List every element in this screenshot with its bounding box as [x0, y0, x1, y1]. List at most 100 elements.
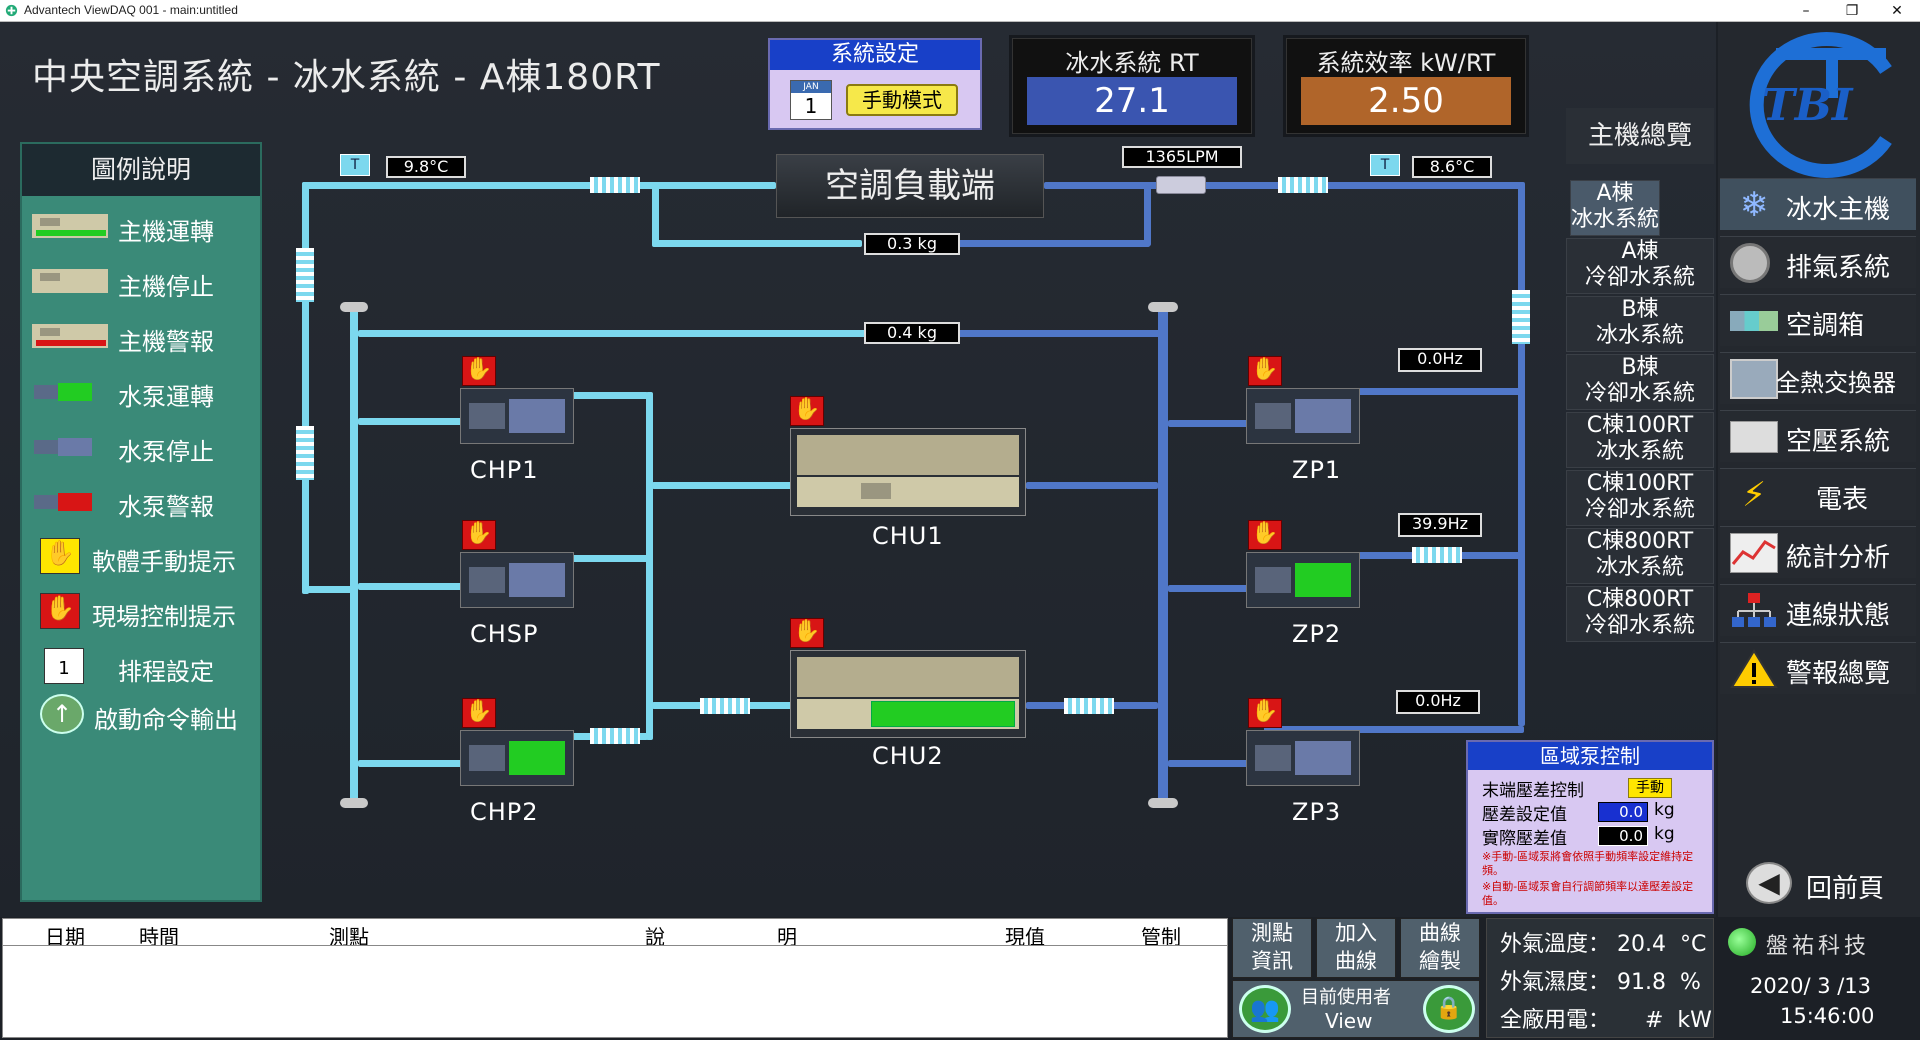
user-panel: 👥 目前使用者 View 🔒 [1232, 980, 1480, 1038]
chu2-local-control-hand-icon[interactable]: ✋ [790, 618, 824, 648]
users-icon[interactable]: 👥 [1239, 985, 1291, 1033]
outdoor-temp-value: 20.4 [1617, 932, 1666, 957]
flow-arrow-icon [590, 728, 640, 744]
zp3-pump[interactable] [1246, 730, 1360, 786]
chu2-chiller[interactable] [790, 650, 1026, 738]
zp2-pump[interactable] [1246, 552, 1360, 608]
nav-overview-button[interactable]: 主機總覽 [1566, 108, 1714, 164]
maximize-button[interactable]: ❐ [1829, 0, 1875, 22]
minimize-button[interactable]: – [1783, 0, 1829, 22]
system-connection-button[interactable]: 連線狀態 [1720, 584, 1916, 636]
nav-c800-chilled-water[interactable]: C棟800RT 冰水系統 [1566, 528, 1714, 584]
event-table: 日期 時間 測點 說 明 現值 管制 [2, 918, 1228, 1038]
schedule-calendar-icon[interactable]: JAN 1 [790, 80, 832, 120]
chilled-rt-label: 冰水系統 RT [1065, 49, 1199, 77]
chu2-label: CHU2 [872, 742, 944, 770]
dp-setpoint-input[interactable]: 0.0 [1598, 802, 1648, 822]
snowflake-icon: ❄ [1739, 185, 1769, 225]
chp1-local-control-hand-icon[interactable]: ✋ [462, 356, 496, 386]
zp3-local-control-hand-icon[interactable]: ✋ [1248, 698, 1282, 728]
chu1-chiller[interactable] [790, 428, 1026, 516]
chp1-label: CHP1 [470, 456, 539, 484]
nav-b-cooling-water[interactable]: B棟 冷卻水系統 [1566, 354, 1714, 410]
header-cap [340, 302, 368, 312]
flow-arrow-icon [1412, 547, 1462, 563]
outdoor-temp-row: 外氣溫度： 20.4 °C [1500, 932, 1707, 957]
dp-setpoint-label: 壓差設定值 [1482, 805, 1567, 825]
chiller-stopped-icon [32, 269, 108, 293]
flow-meter-icon [1156, 176, 1206, 194]
return-temp-value: 8.6°C [1412, 156, 1492, 178]
current-date: 2020/ 3 /13 [1750, 974, 1872, 998]
supply-main-pipe [302, 182, 776, 189]
nav-b-chilled-water[interactable]: B棟 冰水系統 [1566, 296, 1714, 352]
terminal-dp-mode-button[interactable]: 手動 [1628, 778, 1672, 798]
pipe-segment [652, 240, 862, 247]
close-button[interactable]: ✕ [1874, 0, 1920, 22]
chp1-pump[interactable] [460, 388, 574, 444]
legend-item-schedule: 1 排程設定 [30, 644, 262, 688]
software-manual-hand-icon: ✋ [40, 538, 80, 574]
terminal-dp-label: 末端壓差控制 [1482, 781, 1584, 801]
system-meter-button[interactable]: ⚡ 電表 [1720, 468, 1916, 520]
legend-item-start-command: ↑ 啟動命令輸出 [30, 692, 262, 736]
system-alarm-button[interactable]: 警報總覽 [1720, 642, 1916, 694]
system-statistics-button[interactable]: 統計分析 [1720, 526, 1916, 578]
pipe-segment [1168, 760, 1248, 767]
chilled-rt-panel: 冰水系統 RT 27.1 [1012, 38, 1252, 134]
back-button[interactable]: ◀ 回前頁 [1746, 858, 1916, 910]
manual-mode-button[interactable]: 手動模式 [846, 84, 958, 116]
zp1-local-control-hand-icon[interactable]: ✋ [1248, 356, 1282, 386]
pump-alarm-icon [34, 493, 92, 511]
nav-c800-cooling-water[interactable]: C棟800RT 冷卻水系統 [1566, 586, 1714, 642]
chu1-local-control-hand-icon[interactable]: ✋ [790, 396, 824, 426]
system-exhaust-button[interactable]: 排氣系統 [1720, 236, 1916, 288]
system-chilled-water-button[interactable]: ❄ 冰水主機 [1720, 178, 1916, 230]
zone-supply-header [1158, 306, 1168, 808]
legend-item-pump-alarm: 水泵警報 [30, 479, 262, 523]
air-compressor-icon [1730, 421, 1778, 453]
lock-icon[interactable]: 🔒 [1423, 985, 1475, 1033]
zp2-local-control-hand-icon[interactable]: ✋ [1248, 520, 1282, 550]
legend-panel: 圖例說明 主機運轉 主機停止 主機警報 水泵運轉 水泵停止 水泵警報 ✋ 軟體手… [20, 142, 262, 902]
nav-c100-cooling-water[interactable]: C棟100RT 冷卻水系統 [1566, 470, 1714, 526]
nav-c100-chilled-water[interactable]: C棟100RT 冰水系統 [1566, 412, 1714, 468]
datetime-panel: 盤祐科技 2020/ 3 /13 15:46:00 [1720, 918, 1920, 1040]
zp3-label: ZP3 [1292, 798, 1342, 826]
chsp-local-control-hand-icon[interactable]: ✋ [462, 520, 496, 550]
nav-a-chilled-water[interactable]: A棟 冰水系統 [1570, 180, 1660, 236]
pump-discharge-header [646, 392, 653, 740]
system-ahu-button[interactable]: 空調箱 [1720, 294, 1916, 346]
bypass-pressure-value: 0.3 kg [864, 233, 960, 255]
system-air-compressor-button[interactable]: 空壓系統 [1720, 410, 1916, 462]
pipe-segment [1168, 585, 1248, 592]
logo-text: TBI [1762, 80, 1853, 131]
header-pressure-value: 0.4 kg [864, 322, 960, 344]
chp2-pump[interactable] [460, 730, 574, 786]
current-user-value: View [1325, 1009, 1373, 1033]
page-title: 中央空調系統 - 冰水系統 - A棟180RT [32, 57, 661, 98]
chp2-local-control-hand-icon[interactable]: ✋ [462, 698, 496, 728]
zp1-frequency-value: 0.0Hz [1398, 348, 1482, 372]
chilled-rt-value: 27.1 [1027, 77, 1237, 125]
legend-item-pump-running: 水泵運轉 [30, 369, 262, 413]
dp-actual-label: 實際壓差值 [1482, 829, 1567, 849]
pipe-segment [652, 482, 792, 489]
nav-a-cooling-water[interactable]: A棟 冷卻水系統 [1566, 238, 1714, 294]
add-curve-button[interactable]: 加入 曲線 [1316, 918, 1396, 978]
zone-pump-note-auto: ※自動-區域泵會自行調節頻率以達壓差設定值。 [1482, 880, 1694, 907]
app-icon [5, 4, 18, 17]
system-heat-exchanger-button[interactable]: 全熱交換器 [1720, 352, 1916, 404]
zp1-pump[interactable] [1246, 388, 1360, 444]
legend-title: 圖例說明 [22, 144, 260, 196]
pump-running-icon [34, 383, 92, 401]
outdoor-humidity-value: 91.8 [1617, 970, 1666, 995]
chsp-pump[interactable] [460, 552, 574, 608]
draw-curve-button[interactable]: 曲線 繪製 [1400, 918, 1480, 978]
zone-pump-note-manual: ※手動-區域泵將會依照手動頻率設定維持定頻。 [1482, 850, 1694, 877]
pipe-segment [652, 182, 659, 246]
flow-arrow-icon [590, 177, 640, 193]
back-arrow-icon: ◀ [1746, 862, 1792, 904]
point-info-button[interactable]: 測點 資訊 [1232, 918, 1312, 978]
temp-sensor-icon: T [1370, 154, 1400, 176]
